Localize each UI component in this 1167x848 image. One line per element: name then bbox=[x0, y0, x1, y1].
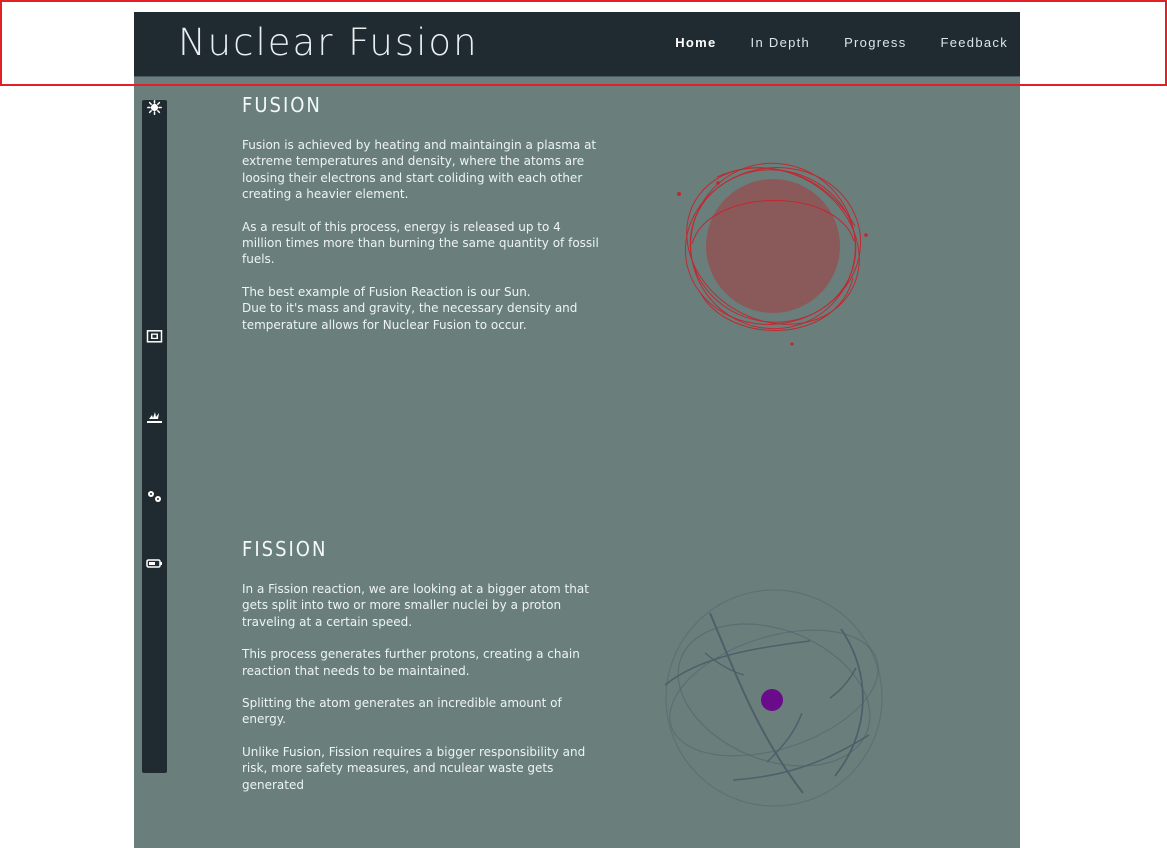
fusion-visual bbox=[670, 148, 880, 358]
nav-feedback[interactable]: Feedback bbox=[941, 35, 1009, 50]
fusion-title: FUSION bbox=[242, 93, 322, 117]
sidebar bbox=[142, 100, 167, 773]
fission-paragraph: Splitting the atom generates an incredib… bbox=[242, 696, 562, 727]
explosion-icon[interactable] bbox=[146, 409, 163, 424]
fission-nucleus bbox=[761, 689, 783, 711]
sun-icon[interactable] bbox=[146, 100, 163, 115]
battery-icon[interactable] bbox=[146, 556, 163, 571]
fusion-text: Fusion is achieved by heating and mainta… bbox=[242, 137, 602, 333]
nav-in-depth[interactable]: In Depth bbox=[751, 35, 811, 50]
screen-icon[interactable] bbox=[146, 329, 163, 344]
fusion-paragraph: As a result of this process, energy is r… bbox=[242, 219, 599, 267]
fusion-paragraph: Due to it's mass and gravity, the necess… bbox=[242, 301, 578, 332]
fission-text: In a Fission reaction, we are looking at… bbox=[242, 581, 602, 809]
page-container: Nuclear Fusion Home In Depth Progress Fe… bbox=[134, 12, 1020, 848]
site-brand[interactable]: Nuclear Fusion bbox=[178, 21, 479, 64]
fission-title: FISSION bbox=[242, 537, 328, 561]
nav-progress[interactable]: Progress bbox=[844, 35, 906, 50]
main-navigation: Home In Depth Progress Feedback bbox=[675, 35, 1008, 50]
fusion-paragraph: Fusion is achieved by heating and mainta… bbox=[242, 138, 597, 202]
navbar: Nuclear Fusion Home In Depth Progress Fe… bbox=[134, 12, 1020, 77]
fusion-paragraph: The best example of Fusion Reaction is o… bbox=[242, 284, 531, 299]
nav-home[interactable]: Home bbox=[675, 35, 716, 50]
fission-paragraph: In a Fission reaction, we are looking at… bbox=[242, 582, 589, 629]
fission-paragraph: Unlike Fusion, Fission requires a bigger… bbox=[242, 744, 586, 792]
fission-visual bbox=[660, 587, 890, 807]
fission-paragraph: This process generates further protons, … bbox=[242, 647, 580, 678]
fusion-core bbox=[706, 179, 840, 313]
gears-icon[interactable] bbox=[146, 489, 163, 504]
